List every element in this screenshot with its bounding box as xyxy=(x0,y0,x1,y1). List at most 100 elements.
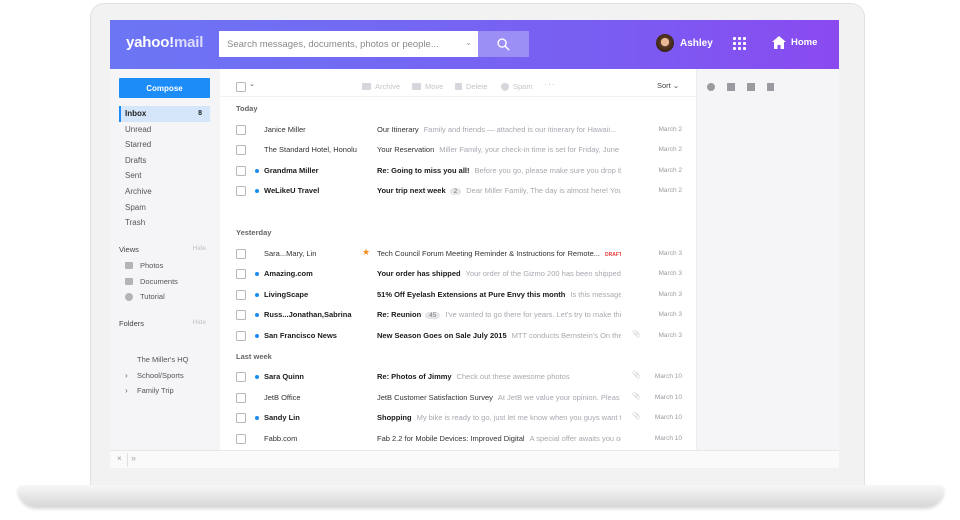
sidebar-item-spam[interactable]: Spam xyxy=(119,200,210,216)
sidebar-item-trash[interactable]: Trash xyxy=(119,215,210,231)
message-row[interactable]: Sandy Lin Shopping My bike is ready to go,… xyxy=(220,407,696,428)
select-all-checkbox[interactable] xyxy=(236,82,246,92)
message-row[interactable]: LivingScape 51% Off Eyelash Extensions at… xyxy=(220,284,696,305)
row-checkbox[interactable] xyxy=(236,165,246,176)
folders-hide-button[interactable]: Hide xyxy=(193,319,206,326)
folder-label: The Miller's HQ xyxy=(137,355,189,365)
snippet: Before you go, please make sure you drop… xyxy=(474,165,621,175)
date: March 3 xyxy=(658,249,682,257)
yahoo-mail-logo[interactable]: yahoo!mail xyxy=(126,34,203,51)
folder-family-trip[interactable]: › Family Trip xyxy=(125,383,188,399)
sidebar-item-unread[interactable]: Unread xyxy=(119,122,210,138)
search-icon xyxy=(497,37,510,51)
row-checkbox[interactable] xyxy=(236,413,246,423)
subject-line: Our Itinerary Family and friends — attach… xyxy=(377,125,621,134)
message-row[interactable]: Sara Quinn Re: Photos of Jimmy Check out t… xyxy=(220,366,696,387)
search-input[interactable] xyxy=(219,31,457,57)
calendar-icon[interactable] xyxy=(727,83,735,91)
user-menu[interactable]: Ashley xyxy=(656,34,713,52)
subject-line: JetB Customer Satisfaction Survey At JetB… xyxy=(377,393,621,402)
sidebar-item-documents[interactable]: Documents xyxy=(125,274,178,290)
delete-button[interactable]: Delete xyxy=(455,82,488,91)
chevron-down-icon[interactable]: ⌄ xyxy=(249,80,255,88)
message-row[interactable]: JetB Office JetB Customer Satisfaction Su… xyxy=(220,387,696,408)
subject: Re: Going to miss you all! xyxy=(377,165,470,175)
message-row[interactable]: Janice Miller Our Itinerary Family and fri… xyxy=(220,119,696,140)
message-row[interactable]: San Francisco News New Season Goes on Sal… xyxy=(220,325,696,346)
folder-nav: Inbox 8 Unread Starred Drafts Sent Archiv… xyxy=(119,106,210,231)
row-checkbox[interactable] xyxy=(236,124,246,135)
sidebar-item-tutorial[interactable]: Tutorial xyxy=(125,289,178,305)
sidebar-item-photos[interactable]: Photos xyxy=(125,258,178,274)
row-checkbox[interactable] xyxy=(236,372,246,382)
views-hide-button[interactable]: Hide xyxy=(193,245,206,252)
row-checkbox[interactable] xyxy=(236,330,246,341)
chevron-right-icon[interactable]: › xyxy=(125,386,137,395)
close-icon[interactable]: × xyxy=(117,454,122,463)
row-checkbox[interactable] xyxy=(236,392,246,403)
snippet: Dear Miller Family, The day is almost he… xyxy=(466,186,621,195)
mail-app-screen: yahoo!mail ⌄ Ashley Home Compose Inbox 8 … xyxy=(110,20,839,468)
row-checkbox[interactable] xyxy=(236,145,246,155)
sidebar-item-inbox[interactable]: Inbox 8 xyxy=(119,106,210,122)
snippet: Miller Family, your check-in time is set… xyxy=(439,145,621,154)
chevron-down-icon[interactable]: ⌄ xyxy=(465,38,472,47)
attachment-icon: 📎 xyxy=(632,372,641,379)
folder-millers-hq[interactable]: The Miller's HQ xyxy=(125,352,188,368)
subject: JetB Customer Satisfaction Survey xyxy=(377,392,493,402)
attachment-icon: 📎 xyxy=(632,330,641,338)
search-button[interactable] xyxy=(478,31,529,57)
snippet: MTT conducts Bernstein's On the xyxy=(511,330,621,340)
message-row[interactable]: Grandma Miller Re: Going to miss you all!… xyxy=(220,160,696,181)
date: March 3 xyxy=(658,270,682,277)
more-icon[interactable]: ··· xyxy=(544,79,556,89)
sender: Sara...Mary, Lin xyxy=(264,248,317,258)
row-checkbox[interactable] xyxy=(236,248,246,259)
sidebar-item-archive[interactable]: Archive xyxy=(119,184,210,200)
contacts-icon[interactable] xyxy=(707,83,715,91)
date: March 3 xyxy=(658,311,682,318)
row-checkbox[interactable] xyxy=(236,269,246,279)
folder-label: Family Trip xyxy=(137,386,174,396)
message-row[interactable]: The Standard Hotel, Honolu Your Reservati… xyxy=(220,139,696,160)
avatar xyxy=(656,34,674,52)
notes-icon[interactable] xyxy=(767,83,774,91)
notepad-icon[interactable] xyxy=(747,83,755,91)
move-button[interactable]: Move xyxy=(412,82,443,91)
chevron-right-icon[interactable]: › xyxy=(125,371,137,380)
unread-dot-icon xyxy=(255,375,259,379)
expand-icon[interactable]: » xyxy=(131,453,136,463)
subject: Your trip next week xyxy=(377,186,446,195)
sort-button[interactable]: Sort ⌄ xyxy=(657,81,679,90)
sidebar-item-starred[interactable]: Starred xyxy=(119,137,210,153)
views-header: Views Hide xyxy=(119,245,206,254)
compose-button[interactable]: Compose xyxy=(119,78,210,98)
message-row[interactable]: Fabb.com Fab 2.2 for Mobile Devices: Impr… xyxy=(220,428,696,449)
home-icon xyxy=(772,36,786,49)
subject: Re: Photos of Jimmy xyxy=(377,372,452,381)
folders-header: Folders Hide xyxy=(119,319,206,328)
archive-button[interactable]: Archive xyxy=(362,82,400,91)
top-bar: yahoo!mail ⌄ Ashley Home xyxy=(110,20,839,69)
message-row[interactable]: WeLikeU Travel Your trip next week 2 Dear M… xyxy=(220,180,696,201)
group-header-yesterday: Yesterday xyxy=(236,228,272,237)
sidebar-item-sent[interactable]: Sent xyxy=(119,168,210,184)
sender: Sara Quinn xyxy=(264,372,305,381)
row-checkbox[interactable] xyxy=(236,289,246,300)
sidebar-item-drafts[interactable]: Drafts xyxy=(119,153,210,169)
home-button[interactable]: Home xyxy=(772,36,817,49)
folder-school-sports[interactable]: › School/Sports xyxy=(125,368,188,384)
star-icon[interactable]: ★ xyxy=(362,247,370,258)
unread-dot-icon xyxy=(255,272,259,276)
row-checkbox[interactable] xyxy=(236,433,246,444)
row-checkbox[interactable] xyxy=(236,186,246,196)
subject: Our Itinerary xyxy=(377,124,419,134)
date: March 2 xyxy=(658,166,682,174)
message-row[interactable]: Sara...Mary, Lin ★ Tech Council Forum Meet… xyxy=(220,243,696,264)
grid-icon[interactable] xyxy=(733,37,747,51)
user-name: Ashley xyxy=(680,37,713,49)
spam-button[interactable]: Spam xyxy=(501,82,533,91)
message-row[interactable]: Amazing.com Your order has shipped Your or… xyxy=(220,263,696,284)
message-row[interactable]: Russ...Jonathan,Sabrina Re: Reunion 45 I've… xyxy=(220,304,696,325)
row-checkbox[interactable] xyxy=(236,310,246,320)
